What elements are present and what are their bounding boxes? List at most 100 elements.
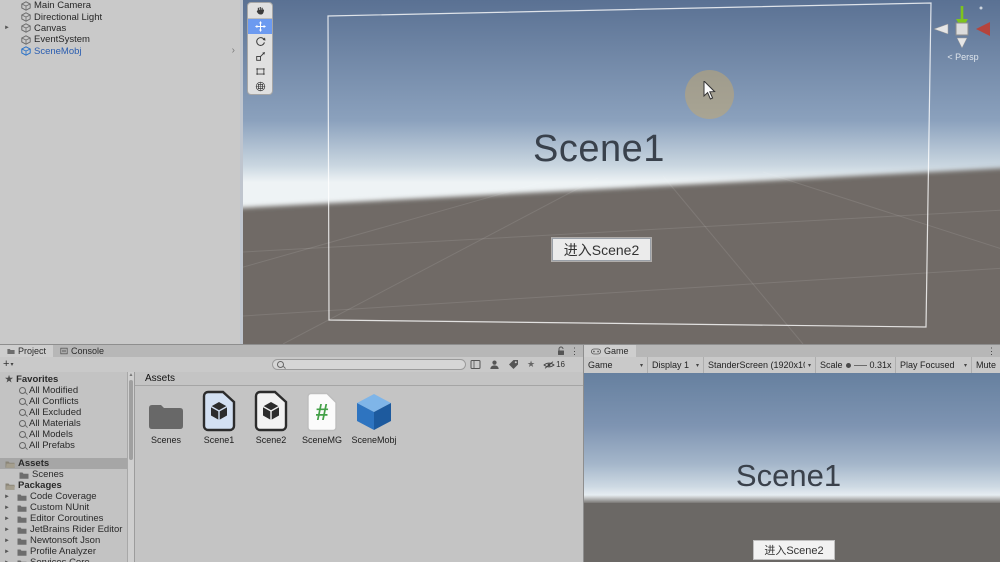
- scrollbar-up-icon[interactable]: ▲: [128, 372, 134, 379]
- hierarchy-item-scenemobj[interactable]: SceneMobj ›: [0, 46, 240, 57]
- asset-item-scenes[interactable]: Scenes: [139, 388, 193, 445]
- expand-arrow-icon[interactable]: ►: [4, 527, 10, 533]
- display-target-dropdown[interactable]: Display 1▾: [648, 357, 704, 373]
- game-ui-title: Scene1: [686, 458, 891, 494]
- rotate-tool[interactable]: [248, 34, 272, 49]
- orientation-gizmo[interactable]: [929, 2, 993, 52]
- gizmo-center-cube[interactable]: [956, 23, 968, 35]
- hand-tool[interactable]: [248, 3, 272, 19]
- tree-item-scenes[interactable]: Scenes: [0, 469, 134, 480]
- asset-item-scene2[interactable]: Scene2: [244, 388, 298, 445]
- folder-icon: [19, 470, 29, 480]
- favorite-all-modified[interactable]: All Modified: [0, 385, 134, 396]
- favorite-all-excluded[interactable]: All Excluded: [0, 407, 134, 418]
- tab-project[interactable]: Project: [0, 345, 53, 357]
- mute-toggle[interactable]: Mute: [972, 357, 1000, 373]
- expand-arrow-icon[interactable]: ►: [4, 505, 10, 511]
- favorite-all-materials[interactable]: All Materials: [0, 418, 134, 429]
- persp-label[interactable]: < Persp: [931, 52, 995, 62]
- expand-arrow-icon[interactable]: ►: [4, 25, 10, 31]
- game-menu-icon[interactable]: ⋮: [987, 345, 996, 357]
- gameobject-icon: [21, 1, 31, 11]
- tree-item-jetbrains-rider-editor[interactable]: ►JetBrains Rider Editor: [0, 524, 134, 535]
- asset-item-scenemobj[interactable]: SceneMobj: [347, 388, 401, 445]
- game-ui-button[interactable]: 进入Scene2: [753, 540, 835, 560]
- gizmo-x-axis[interactable]: [976, 22, 990, 36]
- favorite-all-models[interactable]: All Models: [0, 429, 134, 440]
- tab-label: Console: [71, 346, 104, 356]
- hierarchy-item-eventsystem[interactable]: EventSystem: [0, 34, 240, 45]
- folder-icon: [17, 547, 27, 557]
- search-by-type-icon[interactable]: [489, 359, 500, 370]
- hierarchy-item-label: Main Camera: [34, 0, 91, 11]
- mouse-cursor: [702, 81, 717, 101]
- expand-arrow-icon[interactable]: ►: [4, 516, 10, 522]
- folder-open-icon: [5, 481, 15, 491]
- scene-ui-button[interactable]: 进入Scene2: [552, 238, 651, 261]
- hierarchy-item-directional-light[interactable]: Directional Light: [0, 11, 240, 22]
- hierarchy-item-label: EventSystem: [34, 34, 90, 45]
- search-by-label-icon[interactable]: [508, 359, 519, 370]
- search-in-panel-icon[interactable]: [470, 359, 481, 370]
- expand-arrow-icon[interactable]: ►: [4, 538, 10, 544]
- tab-console[interactable]: Console: [53, 345, 111, 357]
- slider-track[interactable]: [854, 365, 867, 366]
- resolution-dropdown[interactable]: StanderScreen (1920x10▾: [704, 357, 816, 373]
- scale-slider[interactable]: Scale 0.31x: [816, 357, 896, 373]
- save-search-star-icon[interactable]: ★: [527, 359, 535, 370]
- play-focused-dropdown[interactable]: Play Focused▾: [896, 357, 972, 373]
- caret-down-icon: ▾: [640, 362, 643, 369]
- tree-item-profile-analyzer[interactable]: ►Profile Analyzer: [0, 546, 134, 557]
- prefab-cube-icon: [353, 392, 395, 432]
- scale-tool[interactable]: [248, 49, 272, 64]
- assets-breadcrumb[interactable]: Assets: [135, 372, 583, 386]
- hierarchy-item-canvas[interactable]: ► Canvas: [0, 23, 240, 34]
- tree-item-services-core[interactable]: ►Services Core: [0, 557, 134, 562]
- asset-item-scene1[interactable]: Scene1: [192, 388, 246, 445]
- tree-item-code-coverage[interactable]: ►Code Coverage: [0, 491, 134, 502]
- tree-item-assets[interactable]: Assets: [0, 458, 134, 469]
- hidden-packages-toggle[interactable]: 16: [543, 360, 565, 369]
- game-tabbar: Game ⋮: [584, 344, 1000, 357]
- scrollbar-thumb[interactable]: [129, 380, 133, 460]
- hierarchy-item-label: Canvas: [34, 23, 66, 34]
- favorite-all-prefabs[interactable]: All Prefabs: [0, 440, 134, 451]
- tab-game[interactable]: Game: [584, 345, 636, 357]
- gameobject-icon: [21, 12, 31, 22]
- slider-knob[interactable]: [846, 363, 851, 368]
- tree-scrollbar[interactable]: ▲: [127, 372, 134, 562]
- folder-icon: [17, 558, 27, 562]
- asset-item-scenemg[interactable]: # SceneMG: [295, 388, 349, 445]
- favorite-all-conflicts[interactable]: All Conflicts: [0, 396, 134, 407]
- scene-ui-title: Scene1: [494, 128, 704, 171]
- create-add-button[interactable]: + ▾: [3, 358, 13, 370]
- tree-item-packages[interactable]: Packages: [0, 480, 134, 491]
- folder-icon: [17, 503, 27, 513]
- search-input[interactable]: [287, 360, 457, 369]
- gizmo-x-axis-neg[interactable]: [934, 24, 948, 34]
- plus-icon: +: [3, 358, 9, 370]
- scene-asset-icon: [202, 390, 236, 432]
- folder-icon: [146, 400, 186, 432]
- gizmo-z-axis[interactable]: [957, 38, 967, 48]
- expand-arrow-icon[interactable]: ►: [4, 549, 10, 555]
- gamepad-icon: [591, 348, 601, 355]
- favorites-header[interactable]: ★ Favorites: [0, 374, 134, 385]
- search-icon: [277, 361, 284, 368]
- scene-view[interactable]: Scene1 进入Scene2 < Persp: [240, 0, 1000, 344]
- project-menu-icon[interactable]: ⋮: [570, 345, 579, 357]
- tree-item-newtonsoft-json[interactable]: ►Newtonsoft Json: [0, 535, 134, 546]
- lock-icon[interactable]: [557, 346, 565, 356]
- move-tool[interactable]: [248, 19, 272, 34]
- prefab-open-arrow-icon[interactable]: ›: [232, 46, 235, 56]
- search-icon: [19, 387, 26, 394]
- tree-item-custom-nunit[interactable]: ►Custom NUnit: [0, 502, 134, 513]
- expand-arrow-icon[interactable]: ►: [4, 494, 10, 500]
- rect-tool[interactable]: [248, 64, 272, 79]
- project-search[interactable]: [272, 359, 466, 370]
- tree-item-editor-coroutines[interactable]: ►Editor Coroutines: [0, 513, 134, 524]
- transform-tool[interactable]: [248, 79, 272, 94]
- scene-tools-overlay: [247, 2, 273, 95]
- display-mode-dropdown[interactable]: Game▾: [584, 357, 648, 373]
- hierarchy-item-main-camera[interactable]: Main Camera: [0, 0, 240, 11]
